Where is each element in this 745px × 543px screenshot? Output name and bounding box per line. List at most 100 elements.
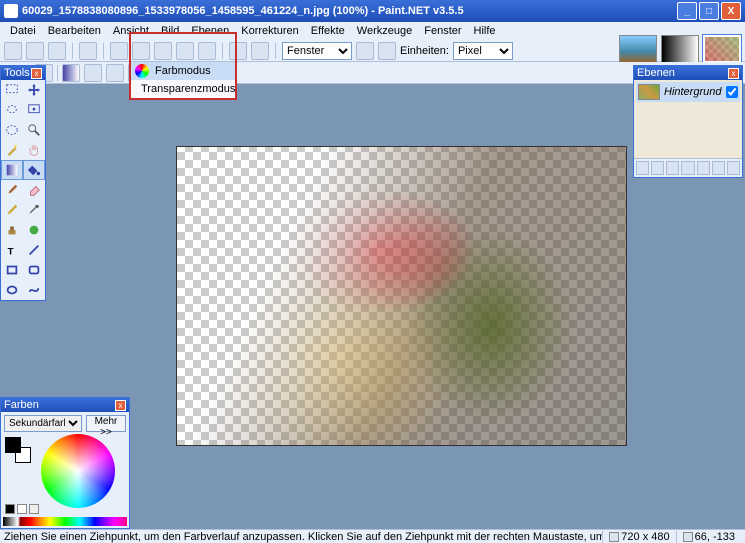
menu-bild[interactable]: Bild xyxy=(155,25,185,37)
separator xyxy=(275,43,276,59)
tool-magic-wand[interactable] xyxy=(1,140,23,160)
menu-datei[interactable]: Datei xyxy=(4,25,42,37)
separator xyxy=(222,43,223,59)
tool-paintbrush[interactable] xyxy=(1,180,23,200)
minimize-button[interactable]: _ xyxy=(677,2,697,20)
svg-text:T: T xyxy=(8,246,14,257)
units-combo[interactable]: Pixel xyxy=(453,42,513,60)
more-button[interactable]: Mehr >> xyxy=(86,415,126,432)
tool-move-selection[interactable] xyxy=(23,100,45,120)
layer-visible-checkbox[interactable] xyxy=(726,86,738,98)
layer-item[interactable]: Hintergrund xyxy=(636,82,740,102)
tools-panel-title: Tools xyxy=(4,67,30,79)
tool-eraser[interactable] xyxy=(23,180,45,200)
layer-properties-button[interactable] xyxy=(727,161,740,175)
status-dimensions: 720 x 480 xyxy=(602,531,675,543)
recent-color[interactable] xyxy=(17,504,27,514)
tool-paint-bucket[interactable] xyxy=(23,160,45,180)
menu-effekte[interactable]: Effekte xyxy=(305,25,351,37)
thumb-1[interactable] xyxy=(619,35,657,63)
thumb-2[interactable] xyxy=(661,35,699,63)
tool-ellipse-select[interactable] xyxy=(1,120,23,140)
print-button[interactable] xyxy=(79,42,97,60)
tool-recolor[interactable] xyxy=(23,220,45,240)
status-text: Ziehen Sie einen Ziehpunkt, um den Farbv… xyxy=(4,531,602,543)
app-icon xyxy=(4,4,18,18)
menu-fenster[interactable]: Fenster xyxy=(418,25,467,37)
tool-gradient[interactable] xyxy=(1,160,23,180)
gradient-linear-icon[interactable] xyxy=(62,64,80,82)
recent-colors xyxy=(5,504,39,514)
menu-item-transparenzmodus[interactable]: Transparenzmodus xyxy=(131,80,235,98)
recent-color-add[interactable] xyxy=(29,504,39,514)
zoom-combo[interactable]: Fenster xyxy=(282,42,352,60)
layer-up-button[interactable] xyxy=(697,161,710,175)
open-button[interactable] xyxy=(26,42,44,60)
menu-bearbeiten[interactable]: Bearbeiten xyxy=(42,25,107,37)
gradient-radial-icon[interactable] xyxy=(84,64,102,82)
tool-text[interactable]: T xyxy=(1,240,23,260)
tool-pencil[interactable] xyxy=(1,200,23,220)
menu-ansicht[interactable]: Ansicht xyxy=(107,25,155,37)
primary-color-swatch[interactable] xyxy=(5,437,21,453)
canvas[interactable] xyxy=(176,146,627,446)
layers-panel-close[interactable]: x xyxy=(728,68,739,79)
menu-item-farbmodus[interactable]: Farbmodus xyxy=(131,62,235,80)
menu-korrekturen[interactable]: Korrekturen xyxy=(235,25,304,37)
main-toolbar: Fenster Einheiten: Pixel xyxy=(0,40,745,62)
tools-panel-close[interactable]: x xyxy=(31,68,42,79)
tool-line[interactable] xyxy=(23,240,45,260)
recent-color[interactable] xyxy=(5,504,15,514)
redo-button[interactable] xyxy=(251,42,269,60)
maximize-button[interactable]: □ xyxy=(699,2,719,20)
deselect-button[interactable] xyxy=(198,42,216,60)
tool-clone-stamp[interactable] xyxy=(1,220,23,240)
gradient-diamond-icon[interactable] xyxy=(106,64,124,82)
undo-button[interactable] xyxy=(229,42,247,60)
crop-button[interactable] xyxy=(176,42,194,60)
color-palette-strip[interactable] xyxy=(3,517,127,526)
tool-pan[interactable] xyxy=(23,140,45,160)
layer-down-button[interactable] xyxy=(712,161,725,175)
menu-werkzeuge[interactable]: Werkzeuge xyxy=(351,25,418,37)
colors-panel-close[interactable]: x xyxy=(115,400,126,411)
tools-panel-header[interactable]: Tools x xyxy=(1,66,45,80)
tool-rectangle[interactable] xyxy=(1,260,23,280)
colors-panel-header[interactable]: Farben x xyxy=(1,398,129,412)
color-type-combo[interactable]: Sekundärfarben xyxy=(4,415,82,432)
cut-button[interactable] xyxy=(110,42,128,60)
tool-rounded-rectangle[interactable] xyxy=(23,260,45,280)
tool-rectangle-select[interactable] xyxy=(1,80,23,100)
layers-panel-header[interactable]: Ebenen x xyxy=(634,66,742,80)
menu-hilfe[interactable]: Hilfe xyxy=(468,25,502,37)
separator xyxy=(103,43,104,59)
color-wheel-icon xyxy=(135,64,149,78)
close-button[interactable]: X xyxy=(721,2,741,20)
new-button[interactable] xyxy=(4,42,22,60)
save-button[interactable] xyxy=(48,42,66,60)
paste-button[interactable] xyxy=(154,42,172,60)
add-layer-button[interactable] xyxy=(636,161,649,175)
duplicate-layer-button[interactable] xyxy=(666,161,679,175)
tool-zoom[interactable] xyxy=(23,120,45,140)
color-wheel[interactable] xyxy=(41,434,115,508)
primary-secondary-swatches[interactable] xyxy=(5,437,31,463)
tool-ellipse[interactable] xyxy=(1,280,23,300)
ruler-button[interactable] xyxy=(378,42,396,60)
colors-panel-title: Farben xyxy=(4,399,39,411)
layer-name: Hintergrund xyxy=(664,86,722,98)
tool-freeform[interactable] xyxy=(23,280,45,300)
status-coordinates: 66, -133 xyxy=(676,531,741,543)
window-title: 60029_1578838080896_1533978056_1458595_4… xyxy=(22,5,675,17)
tools-panel: Tools x T xyxy=(0,65,46,301)
merge-layer-button[interactable] xyxy=(681,161,694,175)
tool-move[interactable] xyxy=(23,80,45,100)
grid-button[interactable] xyxy=(356,42,374,60)
statusbar: Ziehen Sie einen Ziehpunkt, um den Farbv… xyxy=(0,529,745,543)
tool-color-picker[interactable] xyxy=(23,200,45,220)
delete-layer-button[interactable] xyxy=(651,161,664,175)
thumb-3[interactable] xyxy=(703,35,741,63)
tool-lasso[interactable] xyxy=(1,100,23,120)
menu-ebenen[interactable]: Ebenen xyxy=(185,25,235,37)
copy-button[interactable] xyxy=(132,42,150,60)
